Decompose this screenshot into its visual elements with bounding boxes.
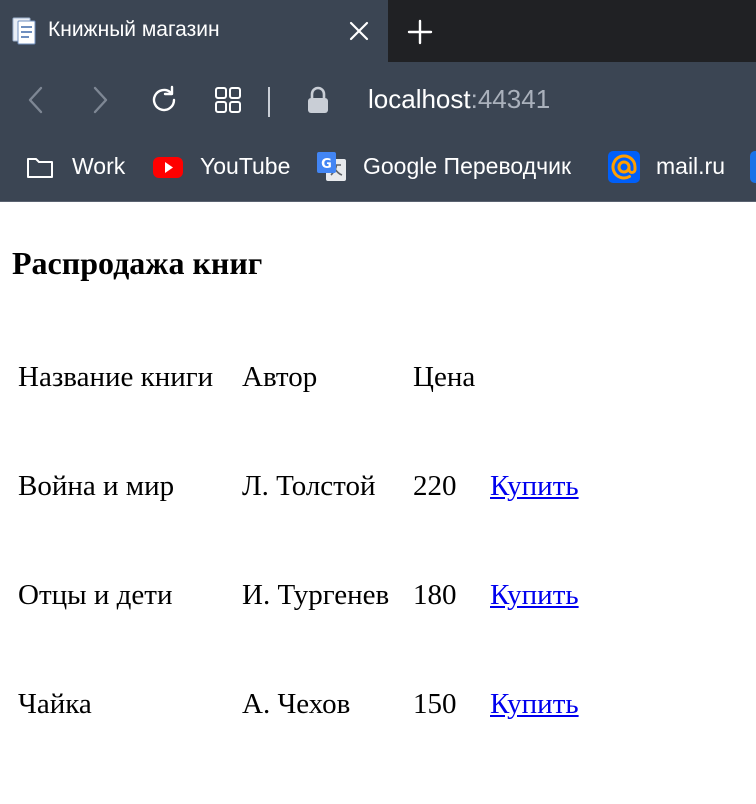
book-author: А. Чехов — [242, 688, 351, 720]
book-title: Война и мир — [18, 470, 175, 502]
lock-icon[interactable] — [305, 84, 331, 116]
column-header-title: Название книги — [18, 361, 214, 393]
buy-link[interactable]: Купить — [490, 578, 579, 612]
column-header-price: Цена — [413, 361, 476, 393]
buy-link[interactable]: Купить — [490, 687, 579, 721]
bookmark-label: YouTube — [200, 153, 291, 179]
close-icon[interactable] — [344, 16, 374, 46]
bookmark-label: Google Переводчик — [363, 153, 572, 179]
bookmark-work[interactable]: Work — [26, 151, 136, 185]
new-tab-icon[interactable] — [404, 16, 436, 48]
tab-strip: Книжный магазин — [0, 0, 756, 62]
book-price: 150 — [413, 688, 457, 720]
url-host: localhost — [368, 84, 471, 114]
mailru-icon — [608, 151, 640, 183]
address-bar[interactable]: localhost:44341 — [368, 84, 550, 115]
apps-grid-icon[interactable] — [214, 86, 242, 114]
browser-toolbar: localhost:44341 — [0, 62, 756, 138]
page-title: Распродажа книг — [12, 245, 263, 281]
back-icon[interactable] — [22, 84, 52, 116]
reload-icon[interactable] — [148, 84, 180, 116]
column-header-author: Автор — [242, 361, 318, 393]
bookmark-youtube[interactable]: YouTube — [152, 151, 297, 185]
document-icon — [12, 17, 36, 45]
bookmark-mailru[interactable]: mail.ru — [608, 151, 733, 185]
buy-link[interactable]: Купить — [490, 469, 579, 503]
bookmark-google-translate[interactable]: G Google Переводчик — [316, 151, 591, 185]
toolbar-divider — [268, 87, 270, 117]
bookmarks-bar: Work YouTube G Google Переводчик mail.ru — [0, 138, 756, 202]
folder-icon — [27, 158, 53, 178]
book-author: Л. Толстой — [242, 470, 376, 502]
bookmark-overflow[interactable] — [750, 151, 756, 183]
bookmark-label: mail.ru — [656, 153, 726, 179]
page-content: Распродажа книг Название книги Автор Цен… — [0, 202, 756, 804]
book-title: Отцы и дети — [18, 579, 173, 611]
book-price: 180 — [413, 579, 457, 611]
forward-icon[interactable] — [84, 84, 114, 116]
youtube-icon — [153, 157, 183, 178]
url-port: :44341 — [470, 84, 551, 114]
book-price: 220 — [413, 470, 457, 502]
book-author: И. Тургенев — [242, 579, 390, 611]
tab-active[interactable]: Книжный магазин — [0, 0, 388, 62]
book-title: Чайка — [18, 688, 92, 720]
tab-title: Книжный магазин — [48, 18, 220, 41]
svg-text:G: G — [321, 157, 332, 172]
google-translate-icon: G — [317, 152, 346, 181]
bookmark-label: Work — [72, 153, 126, 179]
